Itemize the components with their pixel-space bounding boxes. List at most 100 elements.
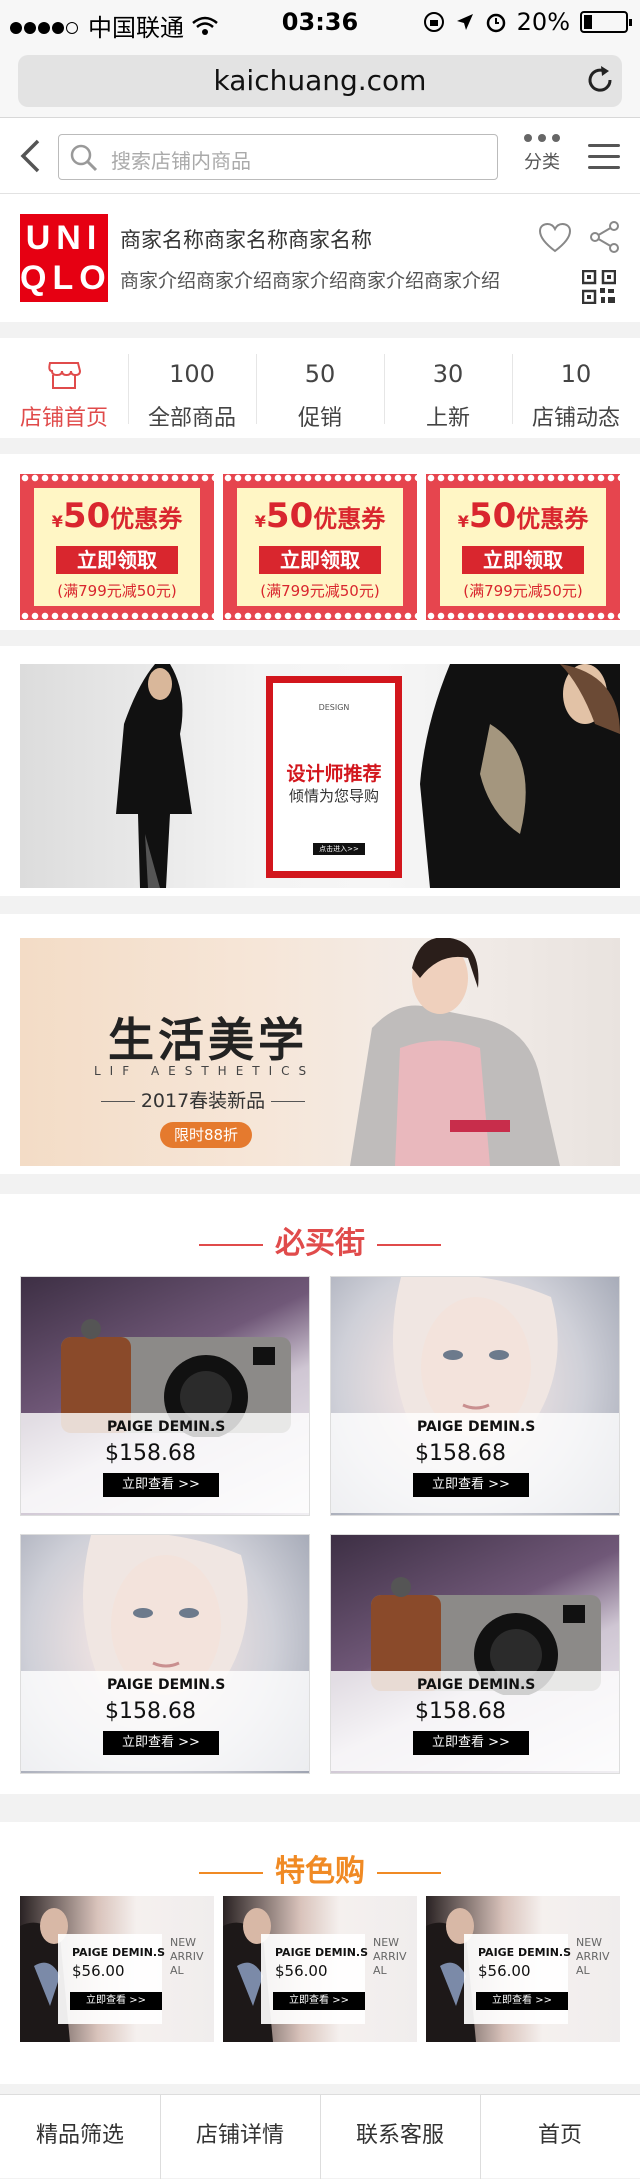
search-input[interactable]: 搜索店铺内商品 <box>58 134 498 180</box>
view-now-button[interactable]: 立即查看 >> <box>103 1731 219 1755</box>
feature-section: 特色购 NEW ARRIVAL PAIGE DEMIN.S $56.00 立即查… <box>0 1822 640 2084</box>
tab-promotions[interactable]: 50 促销 <box>256 338 384 438</box>
banner-enter-button[interactable]: 点击进入>> <box>313 843 365 855</box>
tab-new-arrivals[interactable]: 30 上新 <box>384 338 512 438</box>
product-card[interactable]: PAIGE DEMIN.S $158.68 立即查看 >> <box>20 1276 310 1516</box>
heart-icon[interactable] <box>538 222 572 254</box>
coupon-card[interactable]: ¥50优惠券 立即领取 (满799元减50元) <box>426 474 620 620</box>
feature-product-card[interactable]: NEW ARRIVAL PAIGE DEMIN.S $56.00 立即查看 >> <box>20 1896 214 2042</box>
claim-coupon-button[interactable]: 立即领取 <box>462 546 584 574</box>
lifestyle-banner-section: 生活美学 LIF AESTHETICS 2017春装新品 限时88折 <box>0 914 640 1174</box>
product-price: $158.68 <box>105 1441 196 1466</box>
alarm-icon <box>486 13 505 33</box>
product-name: PAIGE DEMIN.S <box>72 1946 166 1959</box>
logo-line-2: QLO <box>20 259 112 297</box>
claim-coupon-button[interactable]: 立即领取 <box>56 546 178 574</box>
coupon-condition: (满799元减50元) <box>463 582 583 600</box>
back-arrow-icon[interactable] <box>16 138 46 174</box>
view-now-button[interactable]: 立即查看 >> <box>70 1992 162 2010</box>
lifestyle-subtitle: 2017春装新品 <box>98 1086 308 1113</box>
shop-description: 商家介绍商家介绍商家介绍商家介绍商家介绍 <box>120 270 501 292</box>
lifestyle-english: LIF AESTHETICS <box>94 1064 316 1078</box>
product-name: PAIGE DEMIN.S <box>478 1946 572 1959</box>
feature-section-title: 特色购 <box>0 1846 640 1890</box>
shop-icon <box>0 360 128 392</box>
more-dots-icon <box>514 134 570 142</box>
new-arrival-text: NEW ARRIVAL <box>373 1936 407 1977</box>
banner-subtitle: 倾情为您导购 <box>288 787 379 805</box>
product-name: PAIGE DEMIN.S <box>107 1677 226 1693</box>
coupon-card[interactable]: ¥50优惠券 立即领取 (满799元减50元) <box>20 474 214 620</box>
view-now-button[interactable]: 立即查看 >> <box>413 1731 529 1755</box>
product-price: $158.68 <box>105 1699 196 1724</box>
status-right: 20% <box>423 8 632 36</box>
product-price: $56.00 <box>478 1962 531 1980</box>
nav-featured-filter[interactable]: 精品筛选 <box>0 2095 160 2178</box>
search-placeholder: 搜索店铺内商品 <box>111 149 251 173</box>
view-now-button[interactable]: 立即查看 >> <box>273 1992 365 2010</box>
shop-tabs: 店铺首页 100 全部商品 50 促销 30 上新 10 店铺动态 <box>0 338 640 438</box>
url-field[interactable]: kaichuang.com <box>18 55 622 107</box>
tab-home[interactable]: 店铺首页 <box>0 338 128 438</box>
view-now-button[interactable]: 立即查看 >> <box>413 1473 529 1497</box>
product-price: $158.68 <box>415 1441 506 1466</box>
designer-banner[interactable]: DESIGN 设计师推荐 倾情为您导购 点击进入>> <box>20 664 620 888</box>
nav-contact-service[interactable]: 联系客服 <box>320 2095 480 2179</box>
shop-logo: UNI QLO <box>20 214 108 302</box>
product-price: $56.00 <box>72 1962 125 1980</box>
claim-coupon-button[interactable]: 立即领取 <box>259 546 381 574</box>
product-name: PAIGE DEMIN.S <box>417 1677 536 1693</box>
status-bar: 中国联通 03:36 20% <box>0 0 640 48</box>
coupon-card[interactable]: ¥50优惠券 立即领取 (满799元减50元) <box>223 474 417 620</box>
feature-product-card[interactable]: NEW ARRIVAL PAIGE DEMIN.S $56.00 立即查看 >> <box>223 1896 417 2042</box>
design-small-text: DESIGN <box>318 703 350 712</box>
product-name: PAIGE DEMIN.S <box>107 1419 226 1435</box>
tab-count: 100 <box>169 360 215 388</box>
category-label: 分类 <box>524 152 560 173</box>
designer-banner-frame: DESIGN 设计师推荐 倾情为您导购 点击进入>> <box>266 676 402 878</box>
hot-section-title: 必买街 <box>0 1218 640 1262</box>
coupon-condition: (满799元减50元) <box>57 582 177 600</box>
search-icon <box>70 144 98 172</box>
view-now-button[interactable]: 立即查看 >> <box>103 1473 219 1497</box>
product-name: PAIGE DEMIN.S <box>275 1946 369 1959</box>
new-arrival-text: NEW ARRIVAL <box>170 1936 204 1977</box>
nav-shop-details[interactable]: 店铺详情 <box>160 2095 320 2179</box>
share-icon[interactable] <box>588 220 622 254</box>
coupon-amount: ¥50优惠券 <box>51 496 183 536</box>
lifestyle-banner[interactable]: 生活美学 LIF AESTHETICS 2017春装新品 限时88折 <box>20 938 620 1166</box>
banner-title: 设计师推荐 <box>286 763 382 785</box>
product-name: PAIGE DEMIN.S <box>417 1419 536 1435</box>
feature-product-card[interactable]: NEW ARRIVAL PAIGE DEMIN.S $56.00 立即查看 >> <box>426 1896 620 2042</box>
browser-bar: kaichuang.com <box>0 48 640 118</box>
coupon-section: ¥50优惠券 立即领取 (满799元减50元) ¥50优惠券 立即领取 (满79… <box>0 454 640 630</box>
battery-percent: 20% <box>516 8 570 36</box>
logo-line-1: UNI <box>25 219 103 257</box>
reload-icon[interactable] <box>582 62 618 98</box>
nav-home[interactable]: 首页 <box>480 2095 640 2179</box>
tab-label: 全部商品 <box>147 406 236 431</box>
lifestyle-title: 生活美学 <box>108 1013 308 1067</box>
qr-code-icon[interactable] <box>582 270 616 304</box>
bottom-nav: 精品筛选 店铺详情 联系客服 首页 <box>0 2094 640 2179</box>
search-header: 搜索店铺内商品 分类 <box>0 118 640 194</box>
tab-label: 上新 <box>425 406 470 431</box>
coupon-condition: (满799元减50元) <box>260 582 380 600</box>
location-icon <box>456 14 473 30</box>
rotation-lock-icon <box>423 12 444 32</box>
tab-count: 10 <box>560 360 592 388</box>
product-card[interactable]: PAIGE DEMIN.S $158.68 立即查看 >> <box>330 1534 620 1774</box>
product-price: $56.00 <box>275 1962 328 1980</box>
product-card[interactable]: PAIGE DEMIN.S $158.68 立即查看 >> <box>330 1276 620 1516</box>
discount-tag[interactable]: 限时88折 <box>160 1122 252 1148</box>
new-arrival-text: NEW ARRIVAL <box>576 1936 610 1977</box>
tab-all-products[interactable]: 100 全部商品 <box>128 338 256 438</box>
tab-count: 30 <box>432 360 464 388</box>
tab-label: 促销 <box>297 406 342 431</box>
designer-banner-section: DESIGN 设计师推荐 倾情为您导购 点击进入>> <box>0 646 640 896</box>
product-card[interactable]: PAIGE DEMIN.S $158.68 立即查看 >> <box>20 1534 310 1774</box>
menu-icon[interactable] <box>588 144 620 170</box>
category-button[interactable]: 分类 <box>514 134 570 174</box>
tab-shop-news[interactable]: 10 店铺动态 <box>512 338 640 438</box>
view-now-button[interactable]: 立即查看 >> <box>476 1992 568 2010</box>
